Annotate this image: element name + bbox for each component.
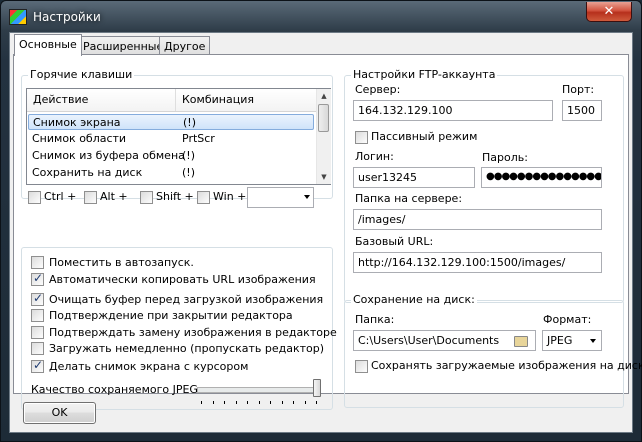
format-dropdown[interactable]: JPEG: [542, 330, 602, 351]
dialog-client-area: Основные Расширенные Другое Горячие клав…: [9, 32, 642, 433]
confirm-replace-label: Подтверждать замену изображения в редакт…: [49, 326, 337, 339]
autostart-checkbox[interactable]: [31, 256, 44, 269]
ctrl-checkbox[interactable]: [28, 191, 41, 204]
port-input[interactable]: 1500: [562, 100, 602, 121]
base-url-input[interactable]: http://164.132.129.100:1500/images/: [353, 252, 602, 273]
alt-checkbox[interactable]: [84, 191, 97, 204]
hotkey-combo: PrtScr: [182, 132, 215, 145]
scroll-thumb[interactable]: [318, 104, 329, 132]
server-folder-label: Папка на сервере:: [355, 192, 463, 205]
ftp-legend: Настройки FTP-аккаунта: [351, 68, 498, 81]
list-item[interactable]: Снимок из буфера обмена (!): [28, 148, 314, 164]
format-label: Формат:: [543, 313, 592, 326]
column-header-combo[interactable]: Комбинация: [182, 93, 254, 106]
clear-buffer-checkbox[interactable]: [31, 291, 44, 306]
ctrl-label: Ctrl +: [44, 190, 77, 203]
confirm-replace-checkbox[interactable]: [31, 326, 44, 339]
tab-other[interactable]: Другое: [159, 36, 211, 55]
upload-immediately-checkbox[interactable]: [31, 342, 44, 355]
base-url-label: Базовый URL:: [355, 235, 434, 248]
hotkey-action: Сохранить на диск: [32, 166, 143, 179]
password-input[interactable]: ●●●●●●●●●●●●●●●: [481, 167, 602, 188]
upload-immediately-label: Загружать немедленно (пропускать редакто…: [49, 342, 325, 355]
passive-mode-label: Пассивный режим: [371, 130, 478, 143]
win-checkbox[interactable]: [197, 191, 210, 204]
autostart-label: Поместить в автозапуск.: [49, 256, 194, 269]
close-button[interactable]: ✕: [586, 2, 632, 22]
hotkey-action: Снимок экрана: [33, 116, 121, 129]
chevron-down-icon[interactable]: [590, 339, 596, 343]
format-value: JPEG: [547, 334, 573, 347]
list-item[interactable]: Снимок области PrtScr: [28, 131, 314, 147]
hotkeys-list[interactable]: Действие Комбинация Снимок экрана (!) Сн…: [26, 88, 331, 185]
save-folder-label: Папка:: [355, 313, 395, 326]
list-header: Действие Комбинация: [27, 89, 316, 112]
passive-mode-checkbox[interactable]: [355, 131, 368, 144]
hotkey-action: Снимок из буфера обмена: [32, 149, 185, 162]
slider-tick: [258, 401, 260, 404]
slider-tick: [235, 401, 237, 404]
server-folder-input[interactable]: /images/: [353, 209, 602, 230]
tab-advanced[interactable]: Расширенные: [78, 36, 169, 55]
win-label: Win +: [213, 190, 247, 203]
password-label: Пароль:: [482, 151, 528, 164]
slider-tick: [293, 401, 294, 404]
login-input[interactable]: user13245: [353, 167, 475, 188]
app-icon: [9, 9, 27, 25]
jpeg-quality-slider-track[interactable]: [197, 387, 319, 393]
settings-window: Настройки ✕ Основные Расширенные Другое …: [0, 0, 642, 442]
tab-panel: Горячие клавиши Действие Комбинация Сним…: [13, 54, 642, 410]
title-bar[interactable]: Настройки ✕: [1, 1, 641, 33]
hotkey-combo: (!): [182, 166, 195, 179]
shift-label: Shift +: [156, 190, 194, 203]
list-item[interactable]: Сохранить на диск (!): [28, 165, 314, 181]
hotkey-action: Снимок области: [32, 132, 127, 145]
column-separator[interactable]: [175, 89, 176, 111]
shift-checkbox[interactable]: [140, 191, 153, 204]
capture-cursor-label: Делать снимок экрана с курсором: [49, 360, 249, 373]
copy-url-label: Автоматически копировать URL изображения: [49, 273, 316, 286]
server-input[interactable]: 164.132.129.100: [353, 100, 553, 121]
hotkeys-legend: Горячие клавиши: [28, 68, 135, 81]
clear-buffer-label: Очищать буфер перед загрузкой изображени…: [49, 293, 324, 306]
list-item[interactable]: Снимок экрана (!): [28, 114, 314, 130]
keep-on-disk-checkbox[interactable]: [355, 360, 368, 373]
slider-tick: [270, 401, 271, 404]
list-scrollbar[interactable]: ▲ ▼: [316, 89, 331, 184]
scroll-down-arrow-icon[interactable]: ▼: [317, 170, 331, 184]
ok-button[interactable]: OK: [23, 402, 96, 424]
hotkeys-group: Горячие клавиши Действие Комбинация Сним…: [21, 68, 333, 208]
slider-tick: [212, 401, 214, 404]
window-title: Настройки: [33, 10, 101, 24]
jpeg-quality-label: Качество сохраняемого JPEG:: [31, 383, 202, 396]
alt-label: Alt +: [100, 190, 128, 203]
column-header-action[interactable]: Действие: [33, 93, 88, 106]
keep-on-disk-label: Сохранять загружаемые изображения на дис…: [371, 359, 642, 372]
slider-tick: [247, 401, 248, 404]
capture-cursor-checkbox[interactable]: [31, 358, 44, 373]
hotkey-combo: (!): [183, 116, 196, 129]
jpeg-quality-slider-thumb[interactable]: [313, 379, 321, 397]
slider-tick: [304, 401, 306, 404]
login-label: Логин:: [355, 150, 394, 163]
copy-url-checkbox[interactable]: [31, 271, 44, 286]
server-label: Сервер:: [355, 83, 401, 96]
scroll-up-arrow-icon[interactable]: ▲: [317, 89, 331, 103]
folder-icon[interactable]: [514, 336, 528, 347]
confirm-close-checkbox[interactable]: [31, 309, 44, 322]
port-label: Порт:: [562, 83, 595, 96]
slider-tick: [224, 401, 225, 404]
save-legend: Сохранение на диск:: [351, 293, 477, 306]
slider-tick: [281, 401, 283, 404]
confirm-close-label: Подтверждение при закрытии редактора: [49, 309, 293, 322]
chevron-down-icon[interactable]: [304, 195, 310, 199]
tab-basic[interactable]: Основные: [14, 34, 82, 56]
slider-tick: [316, 401, 317, 404]
hotkey-combo: (!): [182, 149, 195, 162]
save-folder-input[interactable]: C:\Users\User\Documents: [353, 330, 536, 351]
slider-tick: [201, 401, 202, 404]
